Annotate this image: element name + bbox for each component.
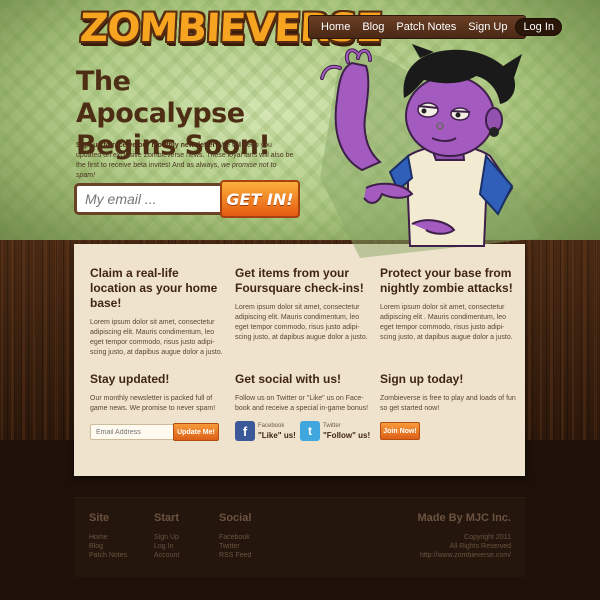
footer-site-column: Site Home Blog Patch Notes	[89, 512, 127, 560]
get-in-button[interactable]: GET IN!	[220, 180, 300, 218]
feature-body: Lorem ipsum dolor sit amet, consectetur …	[380, 304, 513, 341]
feature-body: Lorem ipsum dolor sit amet, consectetur …	[235, 304, 368, 341]
footer-credit-title: Made By MJC Inc.	[417, 512, 511, 524]
update-me-button[interactable]: Update Me!	[173, 423, 219, 441]
twitter-caption: Twitter	[323, 423, 341, 429]
nav-blog[interactable]: Blog	[356, 18, 390, 36]
facebook-icon: f	[235, 421, 255, 441]
newsletter-email-input[interactable]	[90, 424, 174, 440]
footer-start-column: Start Sign Up Log In Account	[154, 512, 179, 560]
nav-log-in[interactable]: Log In	[515, 18, 563, 36]
main-nav: Home Blog Patch Notes Sign Up Log In	[308, 15, 563, 39]
footer-social-column: Social Facebook Twitter RSS Feed	[219, 512, 251, 560]
hero-intro: Sign up to receive our monthly newslette…	[76, 141, 296, 181]
features-panel: Claim a real-life location as your home …	[74, 244, 525, 476]
footer-link-rss-feed[interactable]: RSS Feed	[219, 551, 251, 560]
footer-rights: All Rights Reserved	[449, 543, 511, 550]
feature-protect-base: Protect your base from nightly zombie at…	[380, 266, 518, 343]
intro-bold: Sign up to receive our monthly newslette…	[76, 142, 218, 149]
feature-body: Lorem ipsum dolor sit amet, consectetur …	[90, 319, 223, 356]
headline-line-1: The Apocalypse	[76, 66, 245, 129]
footer-link-facebook[interactable]: Facebook	[219, 533, 251, 542]
stay-updated-title: Stay updated!	[90, 372, 170, 386]
footer-url[interactable]: http://www.zombieverse.com/	[417, 551, 511, 560]
feature-title: Protect your base from nightly zombie at…	[380, 266, 513, 295]
join-now-button[interactable]: Join Now!	[380, 422, 420, 440]
footer-link-twitter[interactable]: Twitter	[219, 542, 251, 551]
get-social-section: Get social with us! Follow us on Twitter…	[235, 372, 373, 414]
facebook-caption: Facebook	[258, 423, 285, 429]
stay-updated-body: Our monthly newsletter is packed full of…	[90, 395, 216, 412]
footer-copyright: Copyright 2011	[464, 534, 511, 541]
twitter-label: "Follow" us!	[323, 431, 371, 440]
twitter-follow-button[interactable]: t Twitter "Follow" us!	[300, 421, 370, 441]
footer-link-blog[interactable]: Blog	[89, 542, 127, 551]
footer-link-sign-up[interactable]: Sign Up	[154, 533, 179, 542]
stay-updated-section: Stay updated! Our monthly newsletter is …	[90, 372, 228, 414]
get-social-body: Follow us on Twitter or "Like" us on Fac…	[235, 395, 369, 412]
nav-sign-up[interactable]: Sign Up	[462, 18, 513, 36]
nav-patch-notes[interactable]: Patch Notes	[390, 18, 462, 36]
facebook-like-button[interactable]: f Facebook "Like" us!	[235, 421, 296, 441]
footer-credit: Made By MJC Inc. Copyright 2011 All Righ…	[417, 512, 511, 560]
feature-title: Claim a real-life location as your home …	[90, 266, 218, 310]
footer-link-account[interactable]: Account	[154, 551, 179, 560]
zombie-illustration	[320, 44, 540, 258]
footer-link-home[interactable]: Home	[89, 533, 127, 542]
footer-heading: Site	[89, 512, 110, 524]
sign-up-body: Zombieverse is free to play and loads of…	[380, 395, 516, 412]
footer-heading: Start	[154, 512, 180, 524]
get-social-title: Get social with us!	[235, 372, 342, 386]
feature-home-base: Claim a real-life location as your home …	[90, 266, 228, 358]
hero-email-input[interactable]	[77, 186, 221, 212]
footer-link-log-in[interactable]: Log In	[154, 542, 179, 551]
footer: Site Home Blog Patch Notes Start Sign Up…	[74, 497, 525, 577]
sign-up-title: Sign up today!	[380, 372, 464, 386]
feature-foursquare: Get items from your Foursquare check-ins…	[235, 266, 373, 343]
footer-link-patch-notes[interactable]: Patch Notes	[89, 551, 127, 560]
sign-up-section: Sign up today! Zombieverse is free to pl…	[380, 372, 518, 414]
twitter-icon: t	[300, 421, 320, 441]
nav-home[interactable]: Home	[315, 18, 356, 36]
hero-email-field	[74, 183, 224, 215]
facebook-label: "Like" us!	[258, 431, 296, 440]
feature-title: Get items from your Foursquare check-ins…	[235, 266, 364, 295]
footer-heading: Social	[219, 512, 252, 524]
